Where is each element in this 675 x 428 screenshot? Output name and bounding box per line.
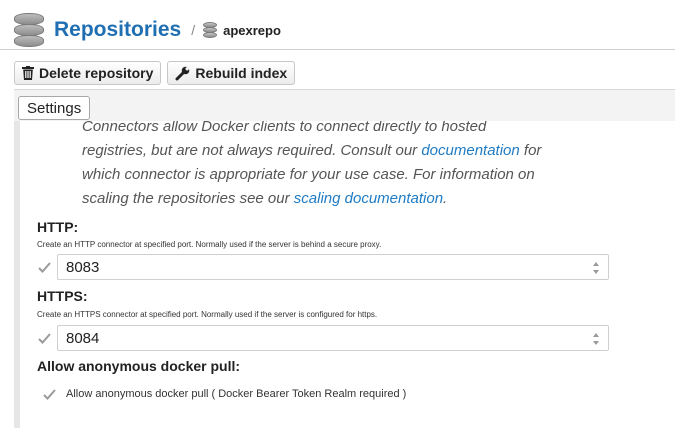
rebuild-index-button[interactable]: Rebuild index	[167, 61, 296, 85]
info-line-4-text: scaling the repositories see our	[82, 190, 294, 207]
connector-info-text: Connectors allow Docker clients to conne…	[82, 121, 602, 211]
http-description: Create an HTTP connector at specified po…	[37, 240, 382, 249]
anonymous-pull-title: Allow anonymous docker pull:	[37, 358, 241, 374]
tab-bar: Settings	[14, 89, 675, 121]
info-line-4: scaling the repositories see our scaling…	[82, 187, 602, 211]
rebuild-index-label: Rebuild index	[195, 65, 288, 81]
https-port-input[interactable]: 8084	[57, 325, 609, 351]
http-port-input[interactable]: 8083	[57, 254, 609, 280]
toolbar: Delete repository Rebuild index	[14, 61, 296, 85]
https-section-title: HTTPS:	[37, 288, 88, 304]
http-section-title: HTTP:	[37, 219, 79, 235]
wrench-icon	[175, 66, 190, 80]
anonymous-pull-row: Allow anonymous docker pull ( Docker Bea…	[42, 387, 406, 401]
documentation-link[interactable]: documentation	[421, 142, 519, 159]
http-connector-field: 8083	[37, 254, 609, 280]
spinner-arrows-icon[interactable]	[592, 261, 600, 275]
checkmark-icon	[42, 388, 56, 400]
anonymous-pull-label[interactable]: Allow anonymous docker pull ( Docker Bea…	[66, 388, 406, 400]
http-enabled-checkbox[interactable]	[37, 260, 51, 274]
https-port-value: 8084	[66, 329, 100, 347]
https-enabled-checkbox[interactable]	[37, 331, 51, 345]
anonymous-pull-checkbox[interactable]	[42, 387, 56, 401]
breadcrumb-repo-name: apexrepo	[223, 22, 281, 38]
breadcrumb-separator: /	[191, 22, 196, 38]
scaling-documentation-link[interactable]: scaling documentation	[294, 190, 443, 207]
tab-settings[interactable]: Settings	[18, 96, 91, 120]
checkmark-icon	[37, 261, 51, 273]
trash-icon	[22, 66, 34, 80]
settings-panel: Connectors allow Docker clients to conne…	[14, 121, 675, 428]
delete-repository-button[interactable]: Delete repository	[14, 61, 162, 85]
info-line-2-text: registries, but are not always required.…	[82, 142, 422, 159]
database-icon	[203, 22, 218, 38]
https-connector-field: 8084	[37, 325, 609, 351]
spinner-arrows-icon[interactable]	[592, 332, 600, 346]
page-title[interactable]: Repositories	[54, 18, 181, 42]
info-line-2-tail: for	[519, 142, 542, 159]
http-port-value: 8083	[66, 258, 100, 276]
header-divider	[0, 49, 675, 50]
https-description: Create an HTTPS connector at specified p…	[37, 310, 378, 319]
info-line-3: which connector is appropriate for your …	[82, 166, 535, 183]
info-line-1: Connectors allow Docker clients to conne…	[82, 121, 487, 135]
page-header: Repositories / apexrepo	[14, 12, 281, 48]
info-line-2: registries, but are not always required.…	[82, 139, 602, 163]
checkmark-icon	[37, 332, 51, 344]
info-line-4-tail: .	[443, 190, 448, 207]
database-icon	[14, 13, 44, 47]
delete-repository-label: Delete repository	[39, 65, 154, 81]
